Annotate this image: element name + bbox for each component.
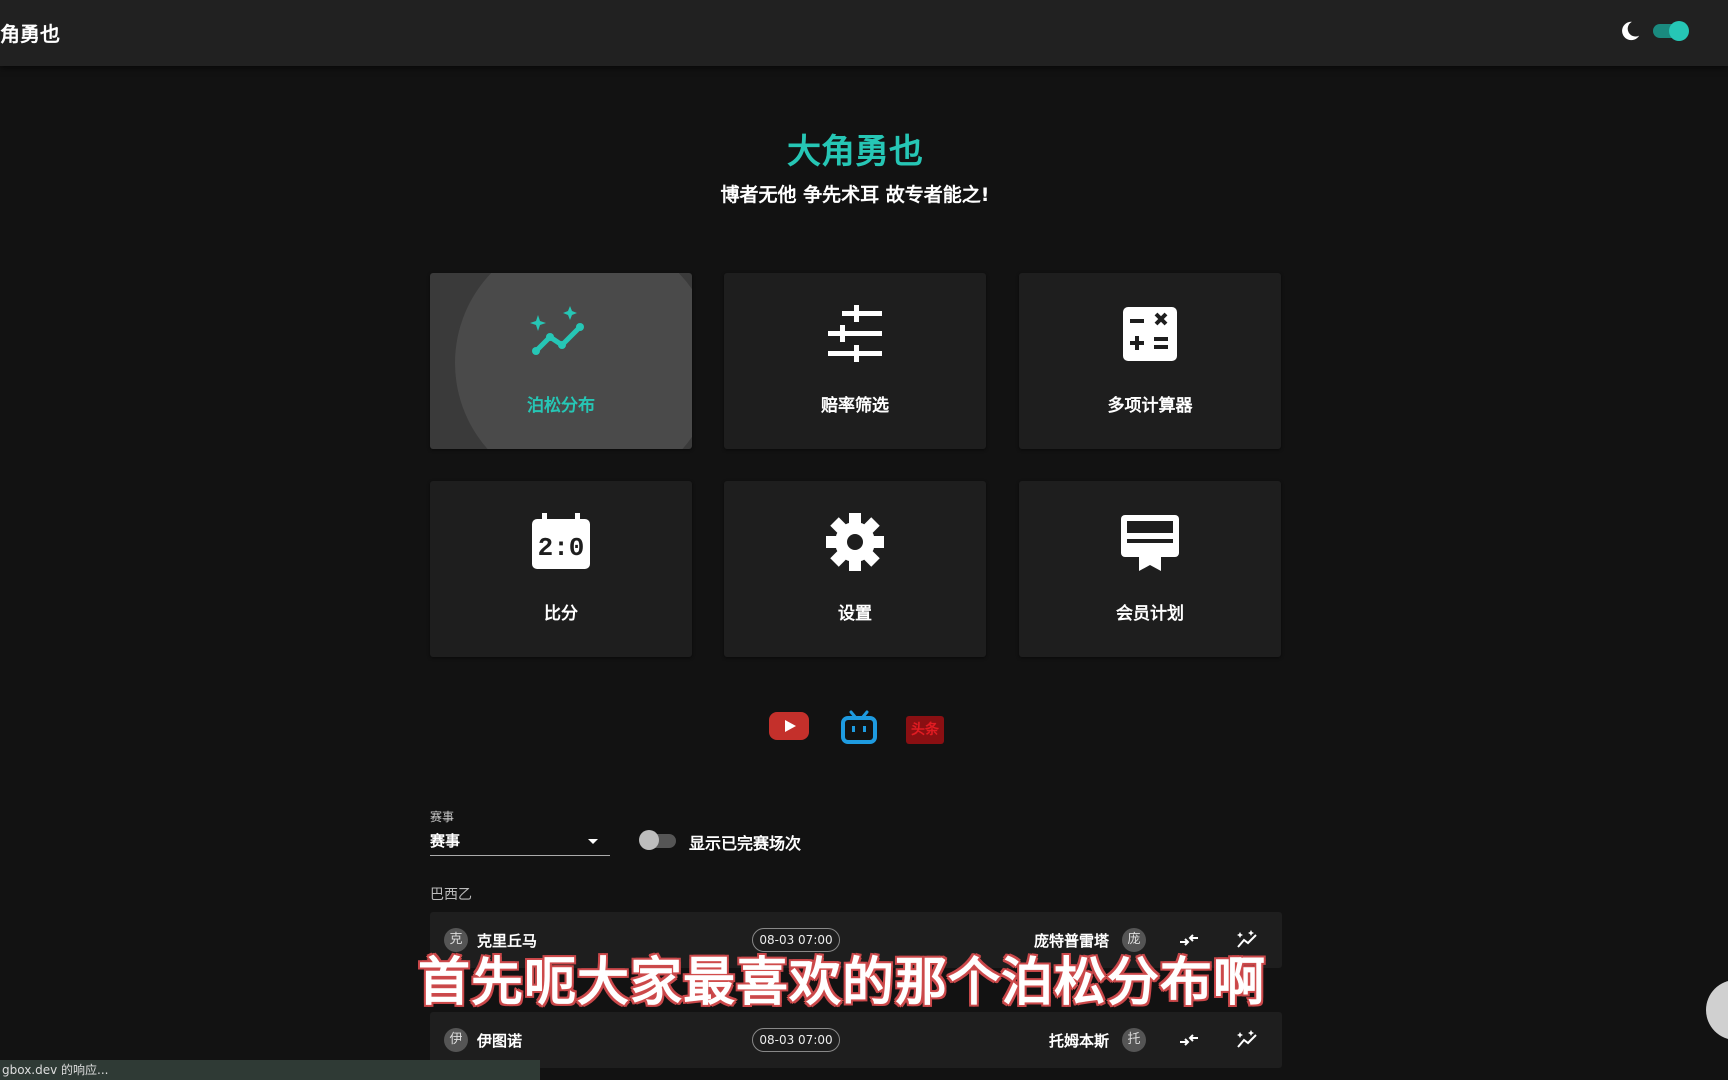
menu-card-settings[interactable]: 设置 bbox=[724, 481, 986, 657]
event-select-label: 赛事 bbox=[430, 810, 455, 824]
floating-action-button[interactable] bbox=[1706, 980, 1728, 1040]
theme-toggle-thumb[interactable] bbox=[1669, 21, 1689, 41]
away-team-avatar: 托 bbox=[1122, 1028, 1146, 1052]
home-team-name: 伊图诺 bbox=[477, 1032, 523, 1050]
app-bar: 角勇也 bbox=[0, 0, 1728, 66]
menu-card-membership[interactable]: 会员计划 bbox=[1019, 481, 1281, 657]
match-row[interactable]: 伊 伊图诺 08-03 07:00 托姆本斯 托 bbox=[430, 1012, 1282, 1068]
menu-card-poisson[interactable]: 泊松分布 bbox=[430, 273, 692, 449]
show-finished-switch-thumb[interactable] bbox=[639, 830, 659, 850]
toutiao-icon[interactable]: 头条 bbox=[906, 716, 944, 744]
calculator-icon bbox=[1123, 307, 1177, 361]
menu-card-score[interactable]: 2:0 比分 bbox=[430, 481, 692, 657]
event-select-value: 赛事 bbox=[430, 832, 461, 850]
menu-card-label: 设置 bbox=[838, 604, 872, 624]
chevron-down-icon bbox=[588, 839, 598, 844]
video-subtitle: 首先呃大家最喜欢的那个泊松分布啊 bbox=[416, 952, 1267, 1015]
bilibili-icon[interactable] bbox=[840, 710, 878, 744]
gear-icon bbox=[826, 513, 884, 571]
menu-card-label: 多项计算器 bbox=[1107, 396, 1193, 416]
compare-arrows-icon[interactable] bbox=[1178, 1029, 1200, 1051]
poisson-chart-icon[interactable] bbox=[1236, 1029, 1258, 1051]
svg-text:2:0: 2:0 bbox=[538, 533, 585, 563]
league-header: 巴西乙 bbox=[430, 887, 472, 903]
poisson-chart-icon bbox=[530, 306, 584, 355]
browser-status-bar: gbox.dev 的响应... bbox=[0, 1060, 540, 1080]
menu-card-label: 泊松分布 bbox=[527, 396, 595, 416]
menu-card-odds-filter[interactable]: 赔率筛选 bbox=[724, 273, 986, 449]
menu-card-label: 比分 bbox=[544, 604, 578, 624]
brand-title: 大角勇也 bbox=[787, 132, 923, 172]
away-team-name: 托姆本斯 bbox=[1049, 1032, 1110, 1050]
membership-card-icon bbox=[1121, 515, 1179, 571]
youtube-icon[interactable] bbox=[768, 710, 810, 742]
menu-card-label: 会员计划 bbox=[1116, 604, 1184, 624]
scoreboard-icon: 2:0 bbox=[532, 513, 590, 569]
home-team-avatar: 伊 bbox=[444, 1028, 468, 1052]
match-time-chip: 08-03 07:00 bbox=[752, 1028, 840, 1052]
filter-sliders-icon bbox=[828, 305, 882, 362]
menu-card-calculator[interactable]: 多项计算器 bbox=[1019, 273, 1281, 449]
show-finished-label: 显示已完赛场次 bbox=[689, 834, 802, 853]
menu-card-label: 赔率筛选 bbox=[821, 396, 889, 416]
event-select[interactable]: 赛事 bbox=[430, 828, 610, 856]
moon-icon bbox=[1622, 21, 1640, 41]
brand-subtitle: 博者无他 争先术耳 故专者能之! bbox=[720, 184, 990, 206]
app-title[interactable]: 角勇也 bbox=[0, 18, 60, 47]
